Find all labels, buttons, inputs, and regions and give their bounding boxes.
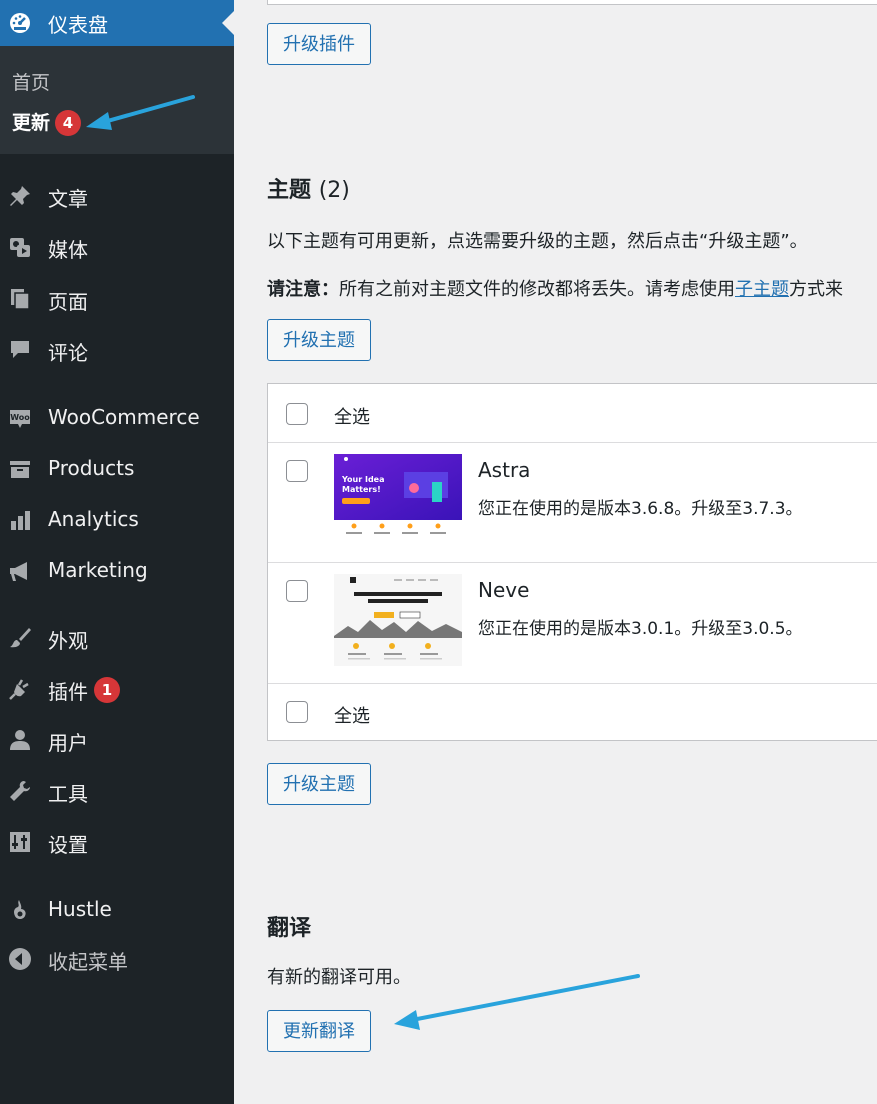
select-all-checkbox[interactable]: [286, 403, 308, 425]
sidebar-item-woocommerce[interactable]: Woo WooCommerce: [0, 398, 234, 438]
svg-text:Woo: Woo: [10, 413, 30, 422]
bar-chart-icon: [11, 511, 30, 530]
themes-heading: 主题 (2): [267, 172, 350, 204]
sidebar-item-dashboard[interactable]: 仪表盘: [0, 0, 234, 46]
select-all-label[interactable]: 全选: [334, 702, 370, 728]
select-all-checkbox-footer[interactable]: [286, 701, 308, 723]
sidebar-item-comments[interactable]: 评论: [0, 330, 234, 370]
collapse-menu-button[interactable]: 收起菜单: [0, 939, 234, 979]
pages-icon: [11, 289, 30, 310]
theme-checkbox-neve[interactable]: [286, 580, 308, 602]
plugins-count-badge: 1: [94, 677, 120, 703]
sidebar-item-label: Marketing: [48, 558, 148, 582]
upgrade-plugins-button[interactable]: 升级插件: [267, 23, 371, 65]
sidebar-item-label: Hustle: [48, 897, 112, 921]
sidebar-item-plugins[interactable]: 插件 1: [0, 669, 234, 709]
dashboard-icon: [10, 13, 30, 33]
table-row: Neve 您正在使用的是版本3.0.1。升级至3.0.5。: [268, 562, 877, 684]
svg-text:Matters!: Matters!: [342, 485, 381, 494]
sidebar-item-label: 仪表盘: [48, 13, 108, 37]
hustle-icon: [14, 900, 26, 919]
settings-icon: [10, 832, 30, 852]
theme-version-neve: 您正在使用的是版本3.0.1。升级至3.0.5。: [478, 619, 803, 639]
submenu-item-home[interactable]: 首页: [12, 68, 50, 95]
table-row: Your Idea Matters! Astra 您正在使用的是版本3.6.8。…: [268, 442, 877, 563]
themes-note: 请注意：所有之前对主题文件的修改都将丢失。请考虑使用子主题方式来: [267, 275, 843, 301]
admin-sidebar: 仪表盘 首页 更新 4 文章 媒体 页面 评论 Woo WooCommerce …: [0, 0, 234, 1104]
theme-version-astra: 您正在使用的是版本3.6.8。升级至3.7.3。: [478, 499, 803, 519]
sidebar-item-settings[interactable]: 设置: [0, 822, 234, 862]
themes-table: 全选 Your Idea Matters! Astra 您正在使用的是版本3.6…: [267, 383, 877, 741]
themes-count: (2): [318, 178, 350, 203]
table-header-row: 全选: [268, 384, 877, 443]
sidebar-item-label: 设置: [48, 833, 88, 857]
current-indicator: [222, 11, 234, 35]
themes-description: 以下主题有可用更新，点选需要升级的主题，然后点击“升级主题”。: [267, 231, 808, 252]
table-footer-row: 全选: [268, 683, 877, 740]
sidebar-item-tools[interactable]: 工具: [0, 771, 234, 811]
pin-icon: [10, 186, 30, 206]
archive-icon: [10, 461, 30, 478]
theme-checkbox-astra[interactable]: [286, 460, 308, 482]
sidebar-item-marketing[interactable]: Marketing: [0, 551, 234, 591]
sidebar-item-media[interactable]: 媒体: [0, 227, 234, 267]
upgrade-themes-button-top[interactable]: 升级主题: [267, 319, 371, 361]
plugin-icon: [9, 679, 29, 700]
sidebar-item-analytics[interactable]: Analytics: [0, 500, 234, 540]
sidebar-item-users[interactable]: 用户: [0, 720, 234, 760]
sidebar-item-hustle[interactable]: Hustle: [0, 890, 234, 930]
neve-screenshot: [334, 574, 462, 666]
sidebar-item-label: 文章: [48, 187, 88, 211]
sidebar-item-label: Analytics: [48, 507, 139, 531]
sidebar-item-label: Products: [48, 456, 135, 480]
sidebar-item-label: WooCommerce: [48, 405, 200, 429]
note-label: 请注意：: [267, 279, 339, 300]
astra-screenshot: Your Idea Matters!: [334, 454, 462, 546]
sidebar-item-label: 用户: [48, 731, 88, 755]
child-theme-link[interactable]: 子主题: [735, 279, 789, 300]
comment-icon: [11, 341, 29, 358]
sidebar-item-products[interactable]: Products: [0, 449, 234, 489]
translations-heading: 翻译: [267, 916, 312, 941]
sidebar-item-label: 插件: [48, 680, 88, 704]
sidebar-item-label: 外观: [48, 629, 88, 653]
select-all-label[interactable]: 全选: [334, 403, 370, 429]
sidebar-item-pages[interactable]: 页面: [0, 279, 234, 319]
updates-count-badge: 4: [55, 110, 81, 136]
translations-description: 有新的翻译可用。: [267, 967, 411, 988]
sidebar-item-label: 收起菜单: [48, 950, 128, 974]
update-translations-button[interactable]: 更新翻译: [267, 1010, 371, 1052]
main-content: 升级插件 主题 (2) 以下主题有可用更新，点选需要升级的主题，然后点击“升级主…: [234, 0, 877, 1104]
woo-icon: Woo: [10, 410, 30, 428]
sidebar-item-posts[interactable]: 文章: [0, 176, 234, 216]
svg-text:Your Idea: Your Idea: [341, 475, 385, 484]
note-text: 所有之前对主题文件的修改都将丢失。请考虑使用: [339, 279, 735, 300]
dashboard-submenu: 首页 更新 4: [0, 46, 234, 154]
collapse-icon: [9, 948, 31, 970]
brush-icon: [10, 628, 31, 648]
upgrade-themes-button-bottom[interactable]: 升级主题: [267, 763, 371, 805]
theme-name-astra: Astra: [478, 458, 531, 482]
sidebar-item-label: 工具: [48, 782, 88, 806]
theme-name-neve: Neve: [478, 578, 530, 602]
user-icon: [10, 730, 30, 750]
megaphone-icon: [10, 562, 27, 581]
themes-heading-label: 主题: [267, 178, 312, 203]
sidebar-item-label: 页面: [48, 290, 88, 314]
submenu-item-updates[interactable]: 更新: [12, 108, 50, 135]
note-tail: 方式来: [789, 279, 843, 300]
sidebar-item-label: 评论: [48, 341, 88, 365]
sidebar-item-appearance[interactable]: 外观: [0, 618, 234, 658]
media-icon: [10, 238, 30, 257]
sidebar-item-label: 媒体: [48, 238, 88, 262]
plugins-table-bottom: [267, 0, 877, 5]
wrench-icon: [10, 781, 30, 801]
